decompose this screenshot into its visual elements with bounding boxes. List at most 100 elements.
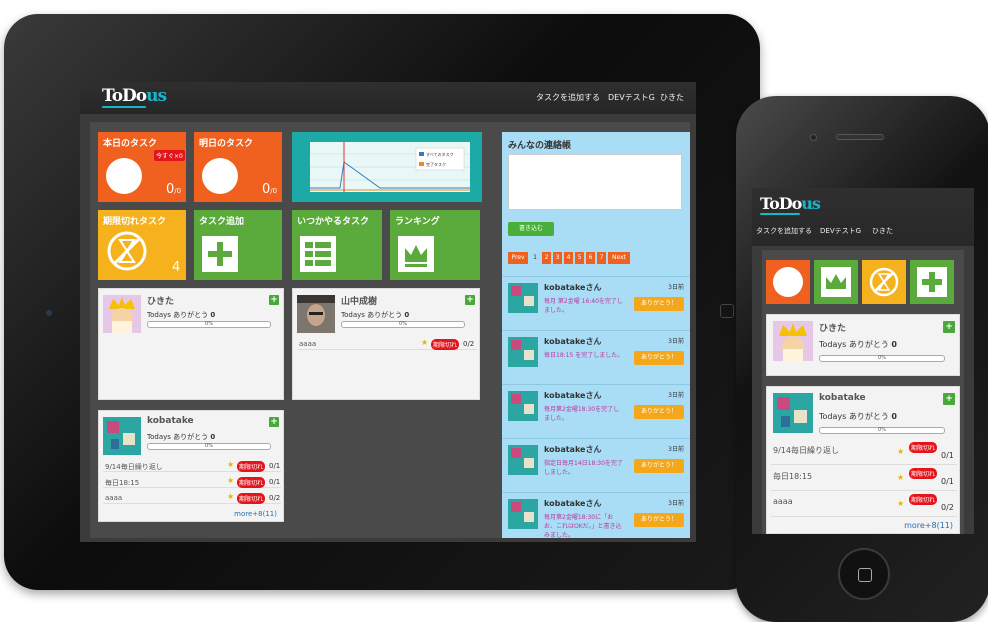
legend-all-label: すべてのタスク bbox=[426, 151, 454, 157]
more-link[interactable]: more+8(11) bbox=[234, 510, 277, 518]
expired-badge: 期限切れ bbox=[909, 442, 937, 453]
pagination-page-4[interactable]: 4 bbox=[564, 252, 573, 264]
star-icon[interactable]: ★ bbox=[897, 447, 904, 456]
thanks-button[interactable]: ありがとう！ bbox=[634, 351, 684, 365]
post-author[interactable]: kobatakeさん bbox=[544, 336, 601, 347]
tile-tomorrow-tasks[interactable]: 明日のタスク 0/0 bbox=[194, 132, 282, 202]
thanks-button[interactable]: ありがとう！ bbox=[634, 513, 684, 527]
post-author[interactable]: kobatakeさん bbox=[544, 498, 601, 509]
star-icon[interactable]: ★ bbox=[227, 460, 234, 469]
tile-add-task[interactable] bbox=[910, 260, 954, 304]
expired-badge: 期限切れ bbox=[909, 468, 937, 479]
avatar bbox=[103, 295, 141, 333]
tile-someday-tasks[interactable]: いつかやるタスク bbox=[292, 210, 382, 280]
star-icon[interactable]: ★ bbox=[421, 338, 428, 347]
task-title: 9/14毎日繰り返し bbox=[773, 446, 839, 455]
task-title: 9/14毎日繰り返し bbox=[105, 463, 163, 471]
user-name[interactable]: ひきた bbox=[147, 294, 174, 307]
pagination-prev[interactable]: Prev bbox=[508, 252, 528, 264]
nav-add-task-link[interactable]: タスクを追加する bbox=[536, 92, 600, 103]
thanks-text: Todays ありがとう 0 bbox=[819, 340, 897, 349]
thanks-button[interactable]: ありがとう！ bbox=[634, 459, 684, 473]
tile-expired-tasks[interactable]: 期限切れタスク 4 bbox=[98, 210, 186, 280]
board-textarea[interactable] bbox=[508, 154, 682, 210]
add-task-plus-button[interactable]: + bbox=[943, 393, 955, 405]
tile-today-tasks[interactable] bbox=[766, 260, 810, 304]
post-author[interactable]: kobatakeさん bbox=[544, 390, 601, 401]
add-task-plus-button[interactable]: + bbox=[465, 295, 475, 305]
message-board: みんなの連絡帳 書き込む Prev 1 2 3 4 5 6 7 Next kob… bbox=[502, 132, 690, 538]
tile-expired-tasks[interactable] bbox=[862, 260, 906, 304]
task-row[interactable]: 毎日18:15 ★ 期限切れ 0/1 bbox=[103, 475, 281, 488]
add-task-plus-button[interactable]: + bbox=[943, 321, 955, 333]
pagination-page-3[interactable]: 3 bbox=[553, 252, 562, 264]
pagination-page-5[interactable]: 5 bbox=[575, 252, 584, 264]
post-message: 毎月 第2金曜 16:40を完了しました。 bbox=[544, 298, 623, 314]
tile-ranking[interactable] bbox=[814, 260, 858, 304]
expired-badge: 期限切れ bbox=[237, 461, 266, 472]
tile-ranking[interactable]: ランキング bbox=[390, 210, 480, 280]
list-icon bbox=[300, 236, 336, 272]
nav-add-task-link[interactable]: タスクを追加する bbox=[756, 226, 812, 236]
task-row[interactable]: 9/14毎日繰り返し ★ 期限切れ 0/1 bbox=[103, 459, 281, 472]
app-logo[interactable]: ToDous bbox=[760, 194, 821, 213]
app-logo[interactable]: ToDous bbox=[102, 86, 167, 106]
pagination-page-6[interactable]: 6 bbox=[586, 252, 595, 264]
thanks-text: Todays ありがとう 0 bbox=[147, 433, 216, 441]
thanks-button[interactable]: ありがとう！ bbox=[634, 405, 684, 419]
user-name[interactable]: kobatake bbox=[819, 393, 866, 403]
star-icon[interactable]: ★ bbox=[897, 499, 904, 508]
star-icon[interactable]: ★ bbox=[227, 476, 234, 485]
phone-screen: ToDous タスクを追加する DEVテストG ひきた ひきた Todays あ… bbox=[752, 188, 974, 534]
nav-group-link[interactable]: DEVテストG bbox=[608, 92, 655, 103]
board-post: kobatakeさん 3日前 毎月第2金曜18:30に「おお、これはOKだ。」と… bbox=[502, 492, 690, 538]
task-ratio: 0/2 bbox=[269, 494, 281, 502]
nav-user-link[interactable]: ひきた bbox=[660, 92, 684, 103]
post-avatar bbox=[508, 283, 538, 313]
nav-user-link[interactable]: ひきた bbox=[872, 226, 893, 236]
task-row[interactable]: aaaa ★ 期限切れ 0/2 bbox=[297, 337, 477, 350]
star-icon[interactable]: ★ bbox=[897, 473, 904, 482]
today-circle-icon bbox=[773, 267, 803, 297]
task-row[interactable]: aaaa ★ 期限切れ 0/2 bbox=[103, 491, 281, 504]
tomorrow-count: 0/0 bbox=[262, 182, 278, 197]
tile-today-tasks[interactable]: 本日のタスク 今すぐ×0 0/0 bbox=[98, 132, 186, 202]
pagination-next[interactable]: Next bbox=[608, 252, 630, 264]
star-icon[interactable]: ★ bbox=[227, 492, 234, 501]
phone-speaker bbox=[836, 134, 884, 140]
thanks-text: Todays ありがとう 0 bbox=[341, 311, 410, 319]
add-task-plus-button[interactable]: + bbox=[269, 295, 279, 305]
now-badge: 今すぐ×0 bbox=[154, 150, 185, 161]
thanks-text: Todays ありがとう 0 bbox=[147, 311, 216, 319]
add-task-plus-button[interactable]: + bbox=[269, 417, 279, 427]
pagination-page-2[interactable]: 2 bbox=[542, 252, 551, 264]
post-message: 毎月第2金曜18:30に「おお、これはOKだ。」と書き込みました。 bbox=[544, 514, 622, 538]
user-name[interactable]: ひきた bbox=[819, 321, 846, 334]
legend-done-label: 完了タスク bbox=[426, 161, 446, 167]
pagination-page-7[interactable]: 7 bbox=[597, 252, 606, 264]
pagination-page-1[interactable]: 1 bbox=[530, 252, 540, 264]
expired-badge: 期限切れ bbox=[237, 477, 266, 488]
post-avatar bbox=[508, 499, 538, 529]
user-name[interactable]: kobatake bbox=[147, 416, 194, 426]
user-name[interactable]: 山中成樹 bbox=[341, 294, 377, 307]
tile-progress-chart[interactable]: すべてのタスク 完了タスク bbox=[292, 132, 482, 202]
task-row[interactable]: 毎日18:15 ★ 期限切れ 0/1 bbox=[771, 467, 957, 491]
phone-home-button[interactable] bbox=[838, 548, 890, 600]
nav-group-link[interactable]: DEVテストG bbox=[820, 226, 861, 236]
tablet-home-button[interactable] bbox=[720, 304, 734, 318]
task-title: 毎日18:15 bbox=[105, 479, 140, 487]
tile-tomorrow-label: 明日のタスク bbox=[199, 139, 254, 149]
post-author[interactable]: kobatakeさん bbox=[544, 444, 601, 455]
task-title: aaaa bbox=[105, 494, 123, 502]
task-row[interactable]: 9/14毎日繰り返し ★ 期限切れ 0/1 bbox=[771, 441, 957, 465]
task-row[interactable]: aaaa ★ 期限切れ 0/2 bbox=[771, 493, 957, 517]
tile-add-task[interactable]: タスク追加 bbox=[194, 210, 282, 280]
more-link[interactable]: more+8(11) bbox=[904, 521, 953, 530]
avatar bbox=[103, 417, 141, 455]
write-button[interactable]: 書き込む bbox=[508, 222, 554, 236]
expired-count: 4 bbox=[172, 260, 181, 275]
post-author[interactable]: kobatakeさん bbox=[544, 282, 601, 293]
thanks-button[interactable]: ありがとう！ bbox=[634, 297, 684, 311]
tile-expired-label: 期限切れタスク bbox=[103, 217, 167, 227]
